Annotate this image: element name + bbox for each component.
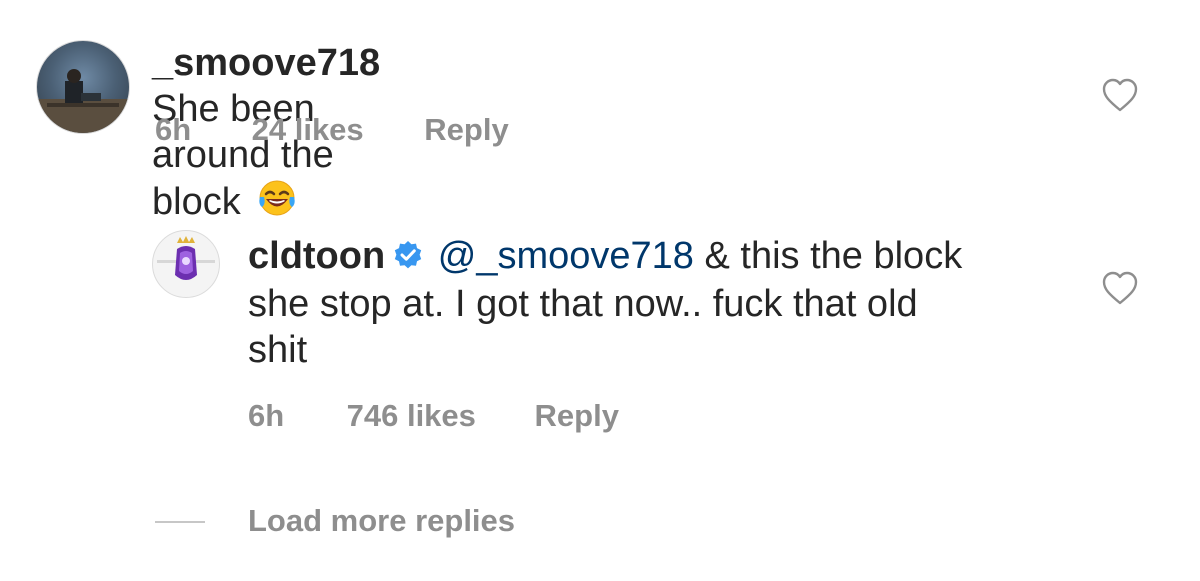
avatar-smoove718[interactable] <box>36 40 130 134</box>
comment-username[interactable]: _smoove718 <box>152 42 380 84</box>
avatar-image <box>37 69 129 133</box>
heart-icon[interactable] <box>1101 77 1139 118</box>
mention-link[interactable]: @_smoove718 <box>438 235 694 277</box>
heart-icon[interactable] <box>1101 270 1139 311</box>
load-more-replies-button[interactable]: Load more replies <box>248 503 515 539</box>
comment-likes[interactable]: 746 likes <box>347 398 476 434</box>
reply-button[interactable]: Reply <box>424 112 508 148</box>
load-more-divider <box>155 521 205 523</box>
comment-body-line3: shit <box>248 329 308 371</box>
comment-line-1: cldtoon @_smoove718 & this the block <box>248 233 1068 281</box>
avatar-image <box>157 236 215 280</box>
comment-meta-2: 6h 746 likes Reply <box>248 398 619 434</box>
comment-text-2: cldtoon @_smoove718 & this the block she… <box>248 233 1068 373</box>
comment-likes[interactable]: 24 likes <box>252 112 364 148</box>
laughing-tears-emoji-icon <box>257 178 297 229</box>
comment-username[interactable]: cldtoon <box>248 235 385 277</box>
comment-body-line2: she stop at. I got that now.. fuck that … <box>248 283 918 325</box>
comment-time: 6h <box>248 398 285 433</box>
reply-button[interactable]: Reply <box>535 398 619 434</box>
comment-meta-1: 6h 24 likes Reply <box>155 112 509 148</box>
comment-time: 6h <box>155 112 192 147</box>
comment-body: She been around the block <box>152 88 334 223</box>
verified-badge-icon <box>393 235 423 281</box>
comment-body-line1: & this the block <box>704 235 963 277</box>
avatar-cldtoon[interactable] <box>152 230 220 298</box>
